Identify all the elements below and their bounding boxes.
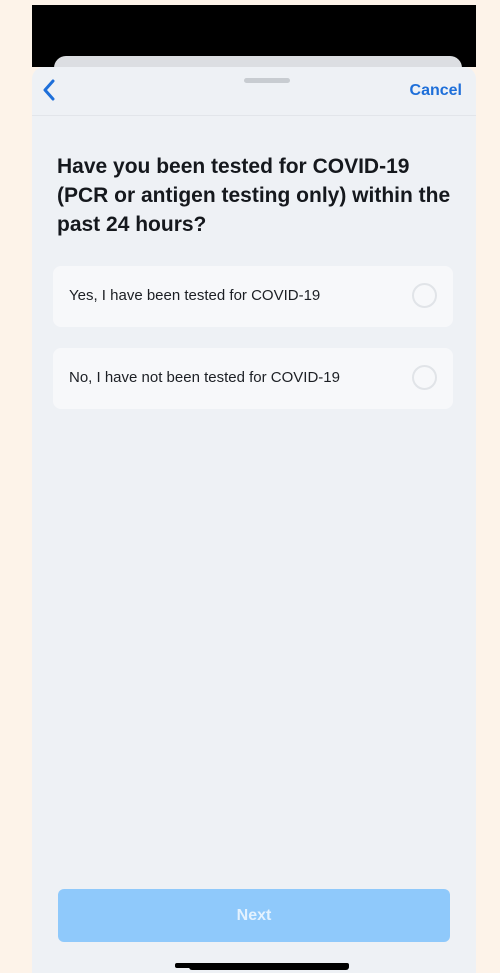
- option-not-tested[interactable]: No, I have not been tested for COVID-19: [53, 348, 453, 409]
- option-label: No, I have not been tested for COVID-19: [69, 369, 340, 386]
- radio-button[interactable]: [412, 283, 437, 308]
- option-yes-tested[interactable]: Yes, I have been tested for COVID-19: [53, 266, 453, 327]
- option-label: Yes, I have been tested for COVID-19: [69, 287, 321, 304]
- nav-bar: Cancel: [32, 67, 476, 116]
- phone-screen: Cancel Have you been tested for COVID-19…: [18, 5, 480, 973]
- question-sheet: Cancel Have you been tested for COVID-19…: [32, 67, 476, 973]
- back-button[interactable]: [36, 77, 62, 103]
- bottom-bar: [175, 963, 349, 968]
- next-button[interactable]: Next: [58, 889, 450, 942]
- cancel-button[interactable]: Cancel: [410, 82, 462, 100]
- chevron-left-icon: [43, 79, 55, 101]
- question-title: Have you been tested for COVID-19 (PCR o…: [57, 155, 451, 236]
- radio-button[interactable]: [412, 365, 437, 390]
